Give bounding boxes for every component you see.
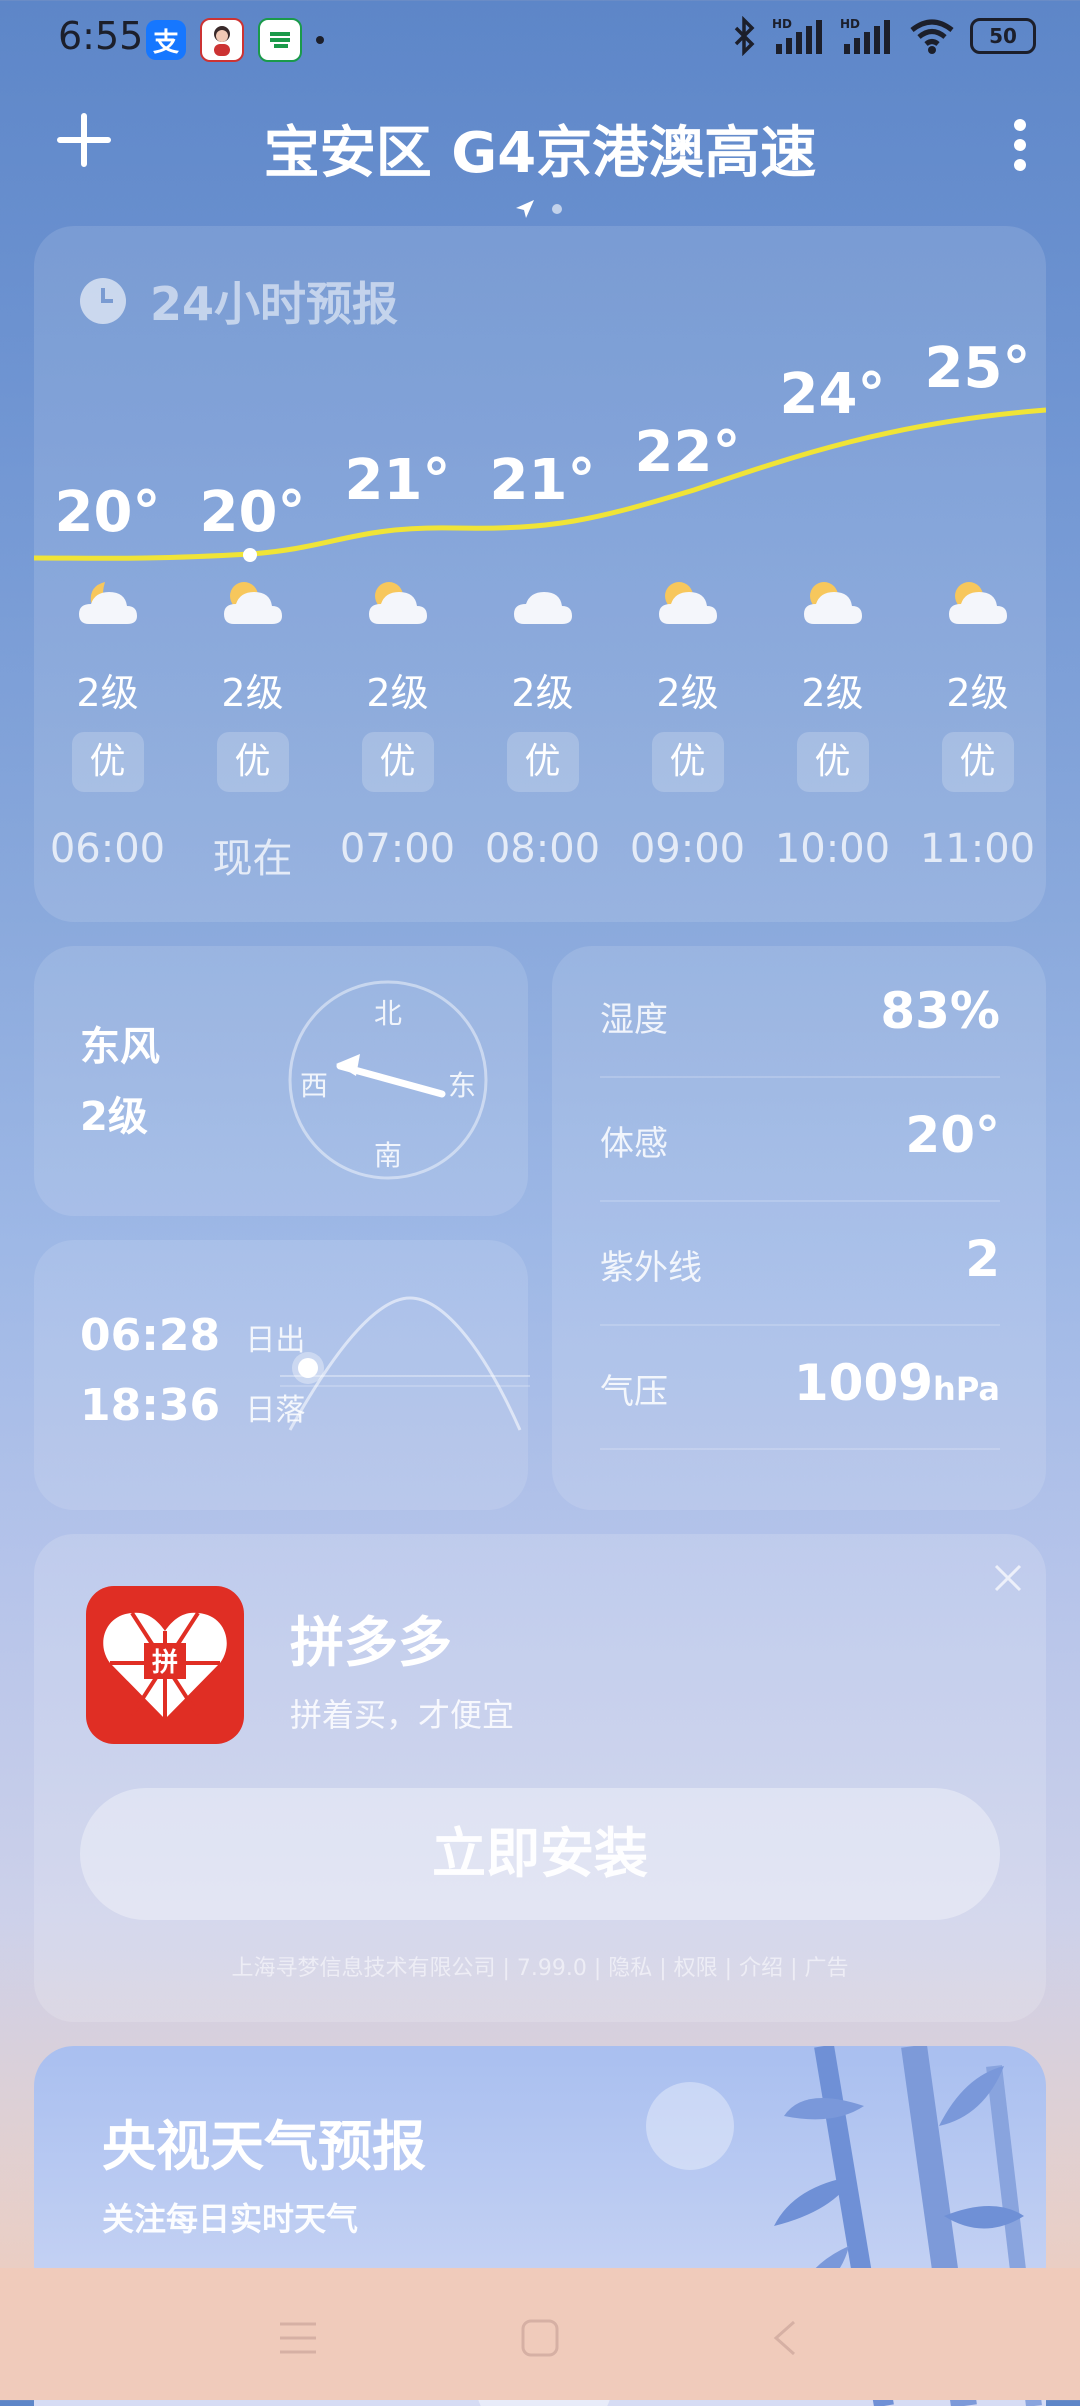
wind-compass: 北 南 西 东 (288, 980, 488, 1180)
bluetooth-icon (734, 16, 755, 56)
sun-cloud-icon (945, 578, 1011, 634)
hour-aqi-badge: 优 (941, 732, 1014, 792)
detail-row: 紫外线 2 (600, 1202, 1000, 1326)
notification-icons: 支 (146, 18, 324, 62)
sunset-time: 18:36 (80, 1380, 221, 1431)
location-arrow-icon (516, 200, 534, 218)
detail-label: 体感 (600, 1124, 668, 1164)
pinduoduo-logo-icon: 拼 (86, 1586, 244, 1744)
hour-aqi-badge: 优 (506, 732, 579, 792)
forecast-header: 24小时预报 (80, 268, 398, 334)
hour-aqi-badge: 优 (216, 732, 289, 792)
alipay-icon: 支 (146, 20, 186, 60)
sun-cloud-icon (655, 578, 721, 634)
wind-info: 东风 2级 (80, 1012, 160, 1152)
forecast-title: 24小时预报 (150, 277, 399, 331)
hour-temp: 20° (54, 480, 161, 545)
hour-temp: 25° (924, 336, 1031, 401)
ad-slogan: 拼着买，才便宜 (290, 1696, 515, 1734)
hour-aqi-badge: 优 (651, 732, 724, 792)
cctv-title: 央视天气预报 (102, 2115, 426, 2178)
hour-temp: 20° (199, 480, 306, 545)
cloud-icon (510, 578, 576, 634)
detail-value: 2 (965, 1230, 1000, 1288)
hour-time: 08:00 (484, 826, 601, 872)
hour-time: 10:00 (774, 826, 891, 872)
battery-indicator: 50 (970, 18, 1036, 54)
svg-text:HD: HD (772, 17, 792, 31)
sun-cloud-icon (365, 578, 431, 634)
detail-label: 紫外线 (600, 1248, 702, 1288)
signal-1-icon: HD (772, 17, 822, 54)
hour-wind: 2级 (366, 671, 429, 715)
hour-wind: 2级 (801, 671, 864, 715)
hour-aqi-badge: 优 (796, 732, 869, 792)
cctv-subtitle: 关注每日实时天气 (102, 2200, 359, 2238)
compass-south: 南 (374, 1139, 403, 1172)
hour-temp: 21° (344, 448, 451, 513)
sunrise-time: 06:28 (80, 1310, 221, 1361)
close-ad-icon[interactable] (992, 1562, 1024, 1594)
detail-row: 湿度 83% (600, 954, 1000, 1078)
compass-east: 东 (448, 1069, 477, 1102)
page-dot (552, 204, 562, 214)
signal-2-icon: HD (840, 17, 890, 54)
hour-temp: 21° (489, 448, 596, 513)
sunrise-row: 06:28 日出 (80, 1310, 305, 1361)
hour-time: 11:00 (919, 826, 1036, 872)
svg-text:HD: HD (840, 17, 860, 31)
hour-time: 09:00 (629, 826, 746, 872)
detail-row: 体感 20° (600, 1078, 1000, 1202)
compass-north: 北 (374, 997, 403, 1030)
detail-value: 1009hPa (793, 1354, 1000, 1412)
post-office-icon (258, 18, 302, 62)
ad-footer: 上海寻梦信息技术有限公司 | 7.99.0 | 隐私 | 权限 | 介绍 | 广… (231, 1956, 849, 1981)
navigation-bar (0, 2268, 1080, 2400)
hour-time: 现在 (212, 836, 293, 882)
wind-direction: 东风 (80, 1024, 160, 1070)
more-options-icon[interactable] (1010, 115, 1030, 175)
sun-cloud-icon (800, 578, 866, 634)
sun-arc-icon (280, 1296, 530, 1431)
page-indicator (514, 198, 562, 220)
heart-logo-shape: 拼 (103, 1611, 227, 1719)
hour-wind: 2级 (946, 671, 1009, 715)
home-icon[interactable] (520, 2318, 560, 2358)
system-status-icons: HD HD 50 (732, 16, 1036, 56)
menu-icon[interactable] (278, 2320, 318, 2356)
hour-time: 06:00 (49, 826, 166, 872)
avatar-app-icon (200, 18, 244, 62)
ad-app-name: 拼多多 (290, 1611, 452, 1674)
hour-wind: 2级 (511, 671, 574, 715)
hour-aqi-badge: 优 (361, 732, 434, 792)
hour-aqi-badge: 优 (71, 732, 144, 792)
wind-level: 2级 (80, 1094, 148, 1140)
hour-wind: 2级 (656, 671, 719, 715)
sun-cloud-icon (220, 578, 286, 634)
detail-value: 20° (905, 1106, 1000, 1164)
compass-west: 西 (300, 1069, 329, 1102)
more-notifications-dot (316, 36, 324, 44)
install-button[interactable]: 立即安装 (80, 1788, 1000, 1920)
detail-label: 气压 (600, 1372, 668, 1412)
sunset-row: 18:36 日落 (80, 1380, 305, 1431)
hour-time: 07:00 (339, 826, 456, 872)
detail-value: 83% (880, 982, 1000, 1040)
moon-cloud-icon (75, 578, 141, 634)
detail-label: 湿度 (600, 1000, 668, 1040)
status-time: 6:55 (58, 14, 144, 58)
hour-temp: 22° (634, 420, 741, 485)
detail-unit: hPa (933, 1370, 1000, 1408)
logo-char: 拼 (152, 1648, 178, 1678)
clock-icon (80, 278, 126, 324)
location-title: 宝安区 G4京港澳高速 (263, 121, 817, 186)
hour-temp: 24° (779, 362, 886, 427)
wifi-icon (910, 19, 954, 54)
hour-wind: 2级 (76, 671, 139, 715)
detail-row: 气压 1009hPa (600, 1326, 1000, 1450)
back-icon[interactable] (770, 2318, 800, 2358)
hour-wind: 2级 (221, 671, 284, 715)
